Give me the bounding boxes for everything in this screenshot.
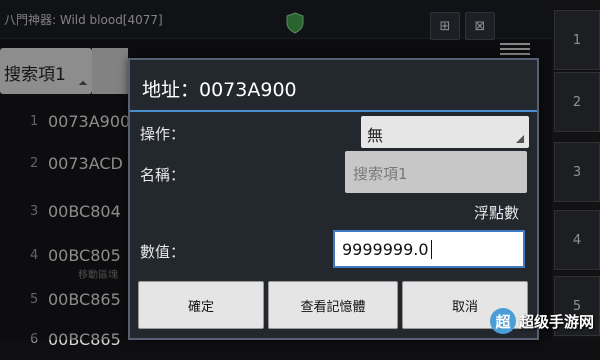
operation-select-value: 無	[367, 126, 384, 145]
watermark-text: 超级手游网	[519, 312, 595, 331]
watermark-logo-icon: 超	[490, 308, 516, 334]
dialog-title: 地址：0073A900	[142, 79, 297, 101]
name-input[interactable]: 搜索項1	[345, 151, 527, 193]
name-label: 名稱：	[140, 166, 186, 184]
value-input-text: 9999999.0	[342, 240, 429, 259]
confirm-button[interactable]: 確定	[138, 281, 264, 329]
operation-select[interactable]: 無	[361, 116, 529, 148]
edit-address-dialog: 地址：0073A900 操作： 無 名稱： 搜索項1 浮點數 數值： 99999…	[128, 58, 539, 340]
name-input-placeholder: 搜索項1	[353, 165, 408, 183]
text-caret	[431, 240, 432, 259]
value-type-label: 浮點數	[474, 204, 520, 222]
value-label: 數值：	[140, 243, 186, 261]
dialog-title-divider	[130, 110, 537, 112]
view-memory-button[interactable]: 查看記憶體	[268, 281, 398, 329]
site-watermark: 超 超级手游网	[490, 302, 600, 340]
value-input[interactable]: 9999999.0	[333, 230, 525, 268]
operation-label: 操作：	[140, 125, 186, 143]
dropdown-arrow-icon	[516, 135, 524, 143]
